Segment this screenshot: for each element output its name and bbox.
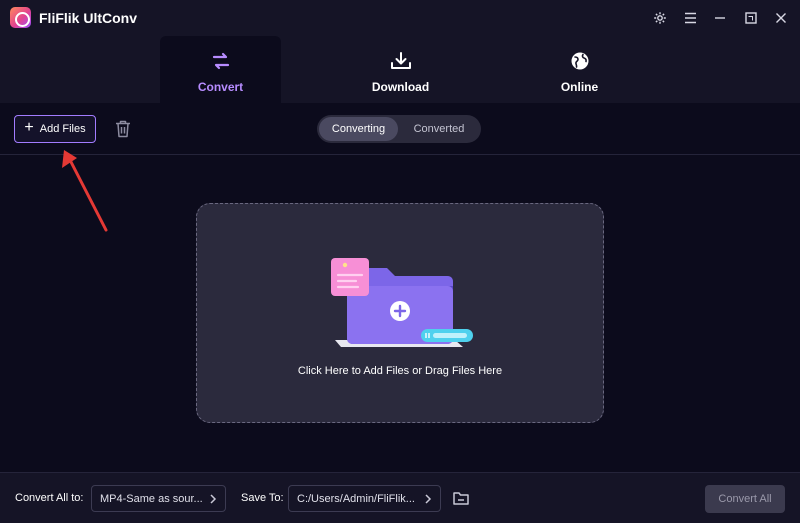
file-drop-zone[interactable]: Click Here to Add Files or Drag Files He… (196, 203, 604, 423)
toolbar: + Add Files Converting Converted (0, 103, 800, 155)
save-path-select[interactable]: C:/Users/Admin/FliFlik... (288, 485, 441, 512)
save-path-value: C:/Users/Admin/FliFlik... (297, 492, 415, 505)
segment-converting[interactable]: Converting (319, 117, 398, 141)
open-folder-icon[interactable] (452, 489, 470, 507)
tab-convert-label: Convert (197, 80, 244, 94)
plus-icon: + (24, 119, 34, 136)
title-bar: FliFlik UltConv (0, 0, 800, 36)
tab-download[interactable]: Download (340, 36, 461, 103)
add-files-button[interactable]: + Add Files (14, 115, 96, 143)
maximize-icon[interactable] (739, 6, 763, 30)
status-segmented-control: Converting Converted (317, 115, 481, 143)
tab-online[interactable]: Online (519, 36, 640, 103)
close-icon[interactable] (769, 6, 793, 30)
tab-online-label: Online (560, 80, 599, 94)
chevron-right-icon (425, 494, 432, 504)
add-files-label: Add Files (39, 123, 86, 135)
output-format-select[interactable]: MP4-Same as sour... (91, 485, 226, 512)
segment-converted[interactable]: Converted (399, 117, 479, 141)
download-icon (390, 50, 412, 72)
main-nav: Convert Download Online (0, 36, 800, 103)
menu-icon[interactable] (678, 6, 702, 30)
add-folder-illustration-icon (331, 258, 473, 347)
tab-download-label: Download (371, 80, 430, 94)
drop-zone-hint: Click Here to Add Files or Drag Files He… (297, 365, 503, 377)
save-to-label: Save To: (241, 492, 284, 504)
bottom-bar: Convert All to: MP4-Same as sour... Save… (0, 472, 800, 523)
swap-arrows-icon (211, 50, 231, 72)
globe-icon (570, 50, 590, 72)
app-logo-icon (10, 7, 31, 28)
settings-gear-icon[interactable] (648, 6, 672, 30)
trash-icon[interactable] (112, 118, 134, 140)
minimize-icon[interactable] (708, 6, 732, 30)
tab-convert[interactable]: Convert (160, 36, 281, 103)
output-format-value: MP4-Same as sour... (100, 492, 203, 505)
convert-all-button[interactable]: Convert All (705, 485, 785, 513)
chevron-right-icon (210, 494, 217, 504)
app-title: FliFlik UltConv (39, 10, 137, 26)
convert-all-to-label: Convert All to: (15, 492, 84, 504)
